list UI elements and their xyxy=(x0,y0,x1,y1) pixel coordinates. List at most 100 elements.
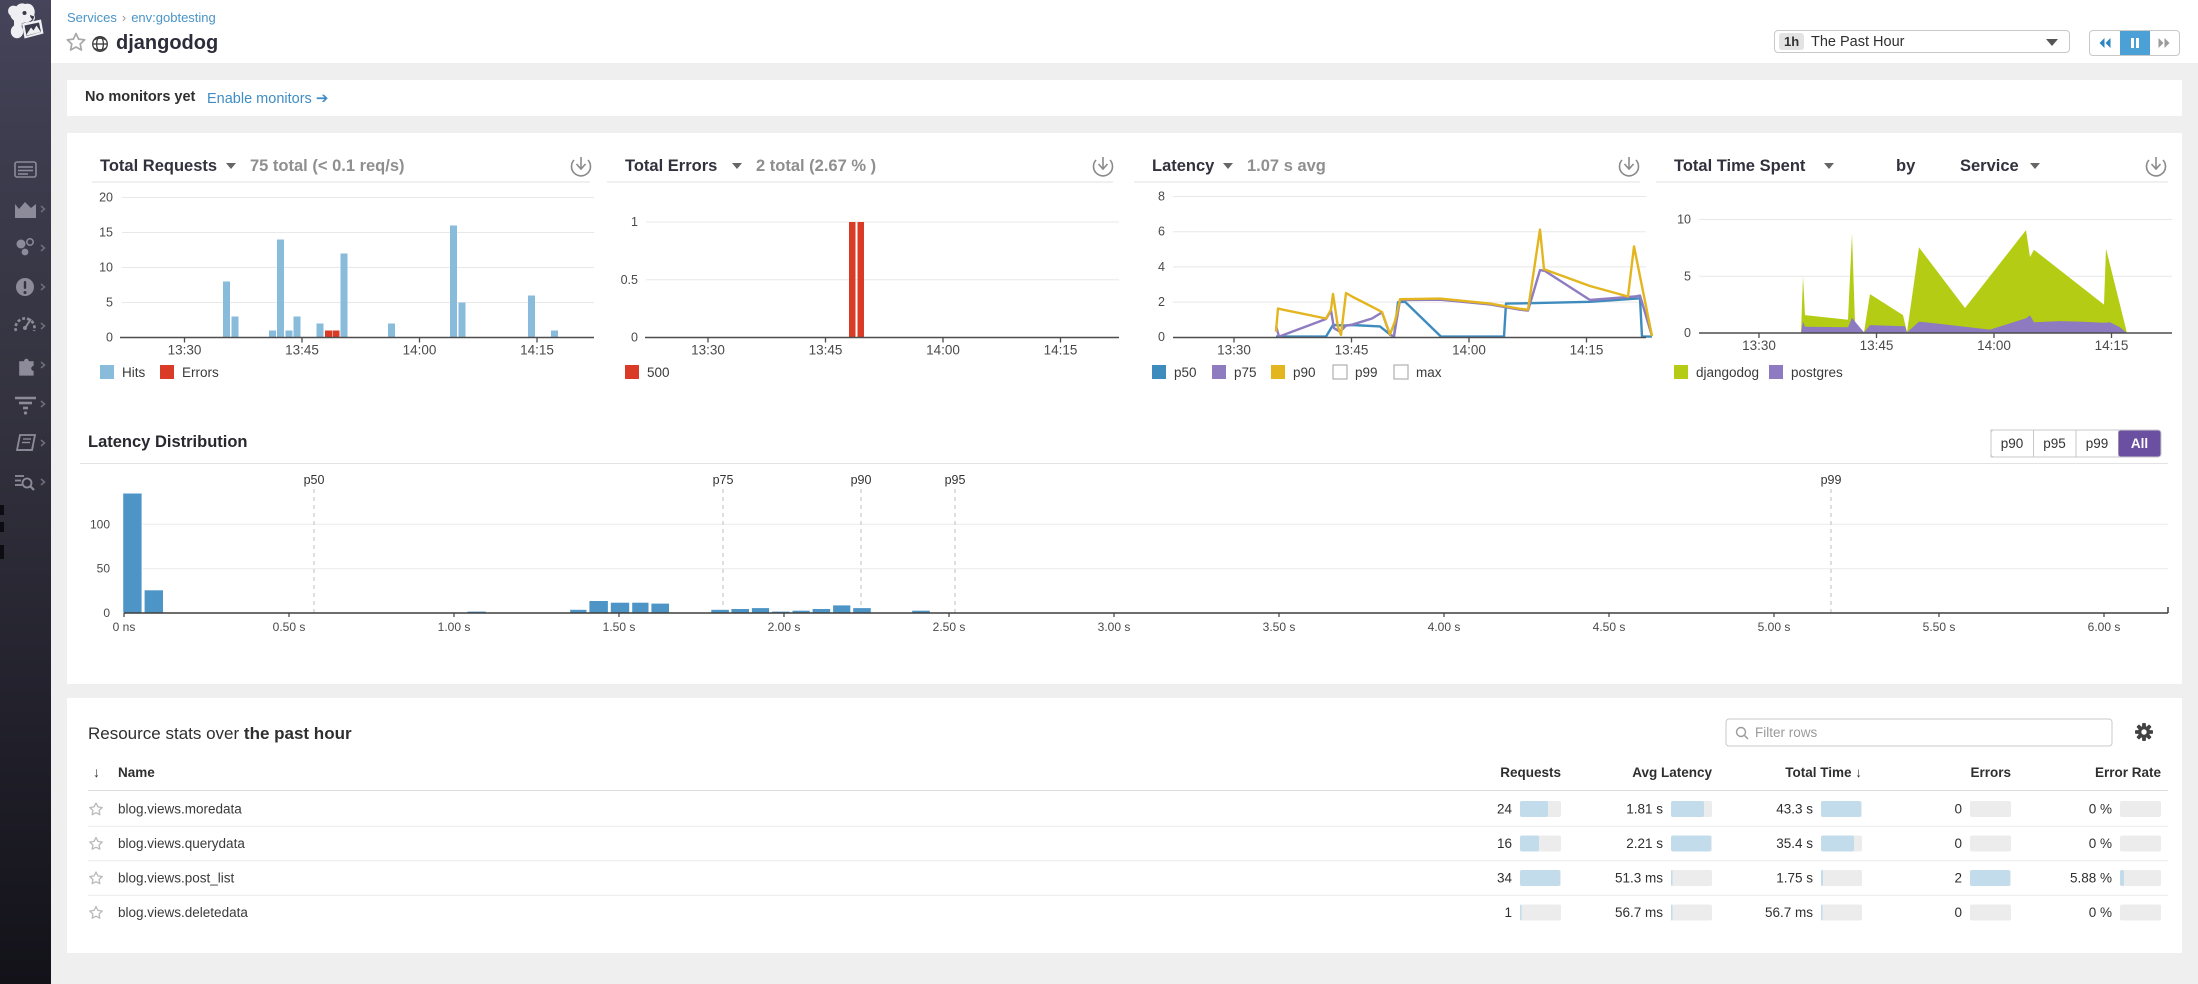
svg-text:blog.views.deletedata: blog.views.deletedata xyxy=(118,905,248,920)
svg-text:blog.views.post_list: blog.views.post_list xyxy=(118,871,235,886)
svg-text:13:30: 13:30 xyxy=(1217,343,1251,358)
svg-text:0: 0 xyxy=(106,331,113,345)
svg-text:4.50 s: 4.50 s xyxy=(1593,620,1626,634)
svg-text:20: 20 xyxy=(99,191,113,205)
svg-text:2.21 s: 2.21 s xyxy=(1626,836,1663,851)
svg-text:8: 8 xyxy=(1158,190,1165,204)
svg-text:Requests: Requests xyxy=(1500,765,1561,780)
svg-text:13:30: 13:30 xyxy=(1742,338,1776,353)
svg-text:14:00: 14:00 xyxy=(1452,343,1486,358)
svg-text:p90: p90 xyxy=(851,473,872,487)
svg-text:13:45: 13:45 xyxy=(1860,338,1894,353)
svg-text:0.5: 0.5 xyxy=(621,273,638,287)
svg-text:24: 24 xyxy=(1497,802,1513,817)
svg-text:2.00 s: 2.00 s xyxy=(768,620,801,634)
svg-text:0: 0 xyxy=(103,606,110,620)
svg-text:15: 15 xyxy=(99,226,113,240)
svg-text:75 total (< 0.1 req/s): 75 total (< 0.1 req/s) xyxy=(250,157,405,175)
svg-text:51.3 ms: 51.3 ms xyxy=(1615,871,1663,886)
svg-text:↓: ↓ xyxy=(93,764,100,780)
svg-text:35.4 s: 35.4 s xyxy=(1776,836,1813,851)
svg-text:p95: p95 xyxy=(2043,436,2066,451)
svg-text:1.81 s: 1.81 s xyxy=(1626,802,1663,817)
svg-text:Avg Latency: Avg Latency xyxy=(1632,765,1712,780)
svg-text:djangodog: djangodog xyxy=(1696,365,1759,380)
svg-text:2: 2 xyxy=(1158,295,1165,309)
svg-text:14:15: 14:15 xyxy=(520,343,554,358)
svg-text:0 ns: 0 ns xyxy=(113,620,136,634)
svg-text:13:45: 13:45 xyxy=(809,343,843,358)
svg-text:34: 34 xyxy=(1497,871,1513,886)
svg-text:0: 0 xyxy=(1954,905,1962,920)
svg-text:0.50 s: 0.50 s xyxy=(273,620,306,634)
svg-text:0 %: 0 % xyxy=(2089,802,2112,817)
svg-text:0: 0 xyxy=(631,331,638,345)
svg-text:2: 2 xyxy=(1954,871,1962,886)
svg-text:3.50 s: 3.50 s xyxy=(1263,620,1296,634)
svg-text:50: 50 xyxy=(97,562,111,576)
svg-text:14:00: 14:00 xyxy=(1977,338,2011,353)
svg-text:by: by xyxy=(1896,157,1916,175)
svg-text:p50: p50 xyxy=(304,473,325,487)
svg-text:13:45: 13:45 xyxy=(1335,343,1369,358)
svg-text:6.00 s: 6.00 s xyxy=(2088,620,2121,634)
svg-text:0: 0 xyxy=(1954,802,1962,817)
svg-text:Hits: Hits xyxy=(122,365,145,380)
svg-text:43.3 s: 43.3 s xyxy=(1776,802,1813,817)
svg-text:5: 5 xyxy=(106,296,113,310)
svg-text:Errors: Errors xyxy=(1970,765,2011,780)
svg-text:10: 10 xyxy=(99,261,113,275)
svg-text:16: 16 xyxy=(1497,836,1512,851)
svg-text:0: 0 xyxy=(1158,330,1165,344)
svg-text:4: 4 xyxy=(1158,260,1165,274)
svg-text:p99: p99 xyxy=(2086,436,2109,451)
svg-text:Total Time Spent: Total Time Spent xyxy=(1674,157,1806,175)
svg-text:Total Errors: Total Errors xyxy=(625,157,717,175)
svg-text:0: 0 xyxy=(1954,836,1962,851)
svg-text:10: 10 xyxy=(1677,213,1691,227)
svg-text:p90: p90 xyxy=(1293,365,1316,380)
svg-text:max: max xyxy=(1416,365,1442,380)
svg-text:5.00 s: 5.00 s xyxy=(1758,620,1791,634)
svg-text:0 %: 0 % xyxy=(2089,836,2112,851)
svg-text:Latency: Latency xyxy=(1152,157,1215,175)
svg-text:postgres: postgres xyxy=(1791,365,1843,380)
svg-text:Total Time ↓: Total Time ↓ xyxy=(1785,765,1862,780)
svg-text:p75: p75 xyxy=(713,473,734,487)
svg-text:13:45: 13:45 xyxy=(285,343,319,358)
svg-text:0 %: 0 % xyxy=(2089,905,2112,920)
svg-text:6: 6 xyxy=(1158,225,1165,239)
svg-text:Resource stats over the past h: Resource stats over the past hour xyxy=(88,724,352,743)
svg-text:p99: p99 xyxy=(1355,365,1378,380)
svg-text:14:00: 14:00 xyxy=(926,343,960,358)
svg-text:14:00: 14:00 xyxy=(403,343,437,358)
svg-text:56.7 ms: 56.7 ms xyxy=(1765,905,1813,920)
svg-text:blog.views.querydata: blog.views.querydata xyxy=(118,836,245,851)
svg-text:14:15: 14:15 xyxy=(1570,343,1604,358)
svg-text:Latency Distribution: Latency Distribution xyxy=(88,433,248,451)
svg-text:Errors: Errors xyxy=(182,365,219,380)
svg-text:1.75 s: 1.75 s xyxy=(1776,871,1813,886)
svg-text:2.50 s: 2.50 s xyxy=(933,620,966,634)
svg-text:14:15: 14:15 xyxy=(1044,343,1078,358)
svg-text:3.00 s: 3.00 s xyxy=(1098,620,1131,634)
svg-text:Service: Service xyxy=(1960,157,2019,175)
svg-text:p95: p95 xyxy=(945,473,966,487)
svg-text:4.00 s: 4.00 s xyxy=(1428,620,1461,634)
svg-text:5.50 s: 5.50 s xyxy=(1923,620,1956,634)
svg-text:5: 5 xyxy=(1684,269,1691,283)
svg-text:56.7 ms: 56.7 ms xyxy=(1615,905,1663,920)
svg-text:p50: p50 xyxy=(1174,365,1197,380)
svg-text:0: 0 xyxy=(1684,326,1691,340)
svg-text:13:30: 13:30 xyxy=(691,343,725,358)
svg-text:1.00 s: 1.00 s xyxy=(438,620,471,634)
svg-text:14:15: 14:15 xyxy=(2095,338,2129,353)
svg-text:p99: p99 xyxy=(1821,473,1842,487)
svg-text:13:30: 13:30 xyxy=(168,343,202,358)
svg-text:1.07 s avg: 1.07 s avg xyxy=(1247,157,1326,175)
svg-text:Name: Name xyxy=(118,765,155,780)
svg-text:p75: p75 xyxy=(1234,365,1257,380)
svg-text:1: 1 xyxy=(631,215,638,229)
svg-text:500: 500 xyxy=(647,365,670,380)
svg-text:1.50 s: 1.50 s xyxy=(603,620,636,634)
